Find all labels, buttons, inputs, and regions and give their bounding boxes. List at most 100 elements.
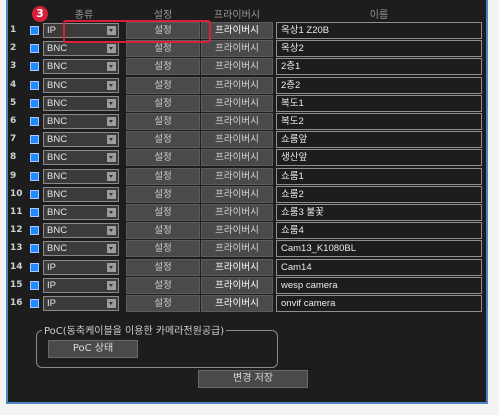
camera-type-select[interactable]: IP [43,277,119,293]
channel-enable-checkbox[interactable] [30,153,39,163]
channel-enable-checkbox[interactable] [30,62,39,72]
camera-type-select[interactable]: BNC [43,77,119,93]
channel-enable-checkbox[interactable] [30,26,39,35]
poc-status-button[interactable]: PoC 상태 [48,340,138,358]
channel-number: 4 [10,79,17,90]
channel-enable-checkbox[interactable] [30,117,39,126]
channel-enable-checkbox[interactable] [30,208,39,217]
camera-name-field[interactable]: 복도1 [276,94,482,112]
channel-enable-checkbox[interactable] [30,244,39,254]
chevron-down-icon [107,280,116,290]
camera-name-field[interactable]: 2층1 [276,58,482,76]
camera-type-select[interactable]: BNC [43,150,119,166]
privacy-button[interactable]: 프라이버시 [201,131,273,149]
chevron-down-icon [107,44,116,54]
camera-name-field[interactable]: 쇼룸앞 [276,131,482,149]
camera-row: 8 BNC 설정 프라이버시 생산앞 [8,149,486,167]
camera-name-field[interactable]: Cam13_K1080BL [276,240,482,258]
camera-name-field[interactable]: 쇼룸4 [276,222,482,240]
camera-row: 6 BNC 설정 프라이버시 복도2 [8,113,486,131]
camera-name-field[interactable]: 2층2 [276,76,482,94]
camera-name-field[interactable]: 쇼룸2 [276,185,482,203]
privacy-button[interactable]: 프라이버시 [201,40,273,58]
privacy-button[interactable]: 프라이버시 [201,204,273,221]
channel-enable-checkbox[interactable] [30,262,39,272]
camera-type-select[interactable]: BNC [43,114,119,129]
camera-name-field[interactable]: Cam14 [276,258,482,276]
camera-type-value: IP [47,279,56,291]
settings-button[interactable]: 설정 [126,185,200,203]
camera-name-field[interactable]: 복도2 [276,113,482,130]
camera-name-field[interactable]: 쇼룸1 [276,167,482,185]
privacy-button[interactable]: 프라이버시 [201,22,273,39]
channel-enable-checkbox[interactable] [30,171,39,181]
camera-type-select[interactable]: BNC [43,241,119,257]
settings-button[interactable]: 설정 [126,204,200,221]
privacy-button[interactable]: 프라이버시 [201,240,273,258]
privacy-button[interactable]: 프라이버시 [201,76,273,94]
privacy-button[interactable]: 프라이버시 [201,94,273,112]
camera-type-select[interactable]: BNC [43,95,119,111]
settings-button[interactable]: 설정 [126,76,200,94]
channel-number: 6 [10,116,17,126]
camera-type-value: BNC [47,243,68,255]
settings-button[interactable]: 설정 [126,295,200,312]
channel-enable-checkbox[interactable] [30,280,39,290]
channel-enable-checkbox[interactable] [30,226,39,236]
privacy-button[interactable]: 프라이버시 [201,167,273,185]
camera-type-select[interactable]: BNC [43,168,119,184]
camera-type-select[interactable]: BNC [43,41,119,57]
chevron-down-icon [107,62,116,72]
camera-type-select[interactable]: BNC [43,132,119,148]
channel-enable-checkbox[interactable] [30,299,39,308]
channel-number: 16 [10,298,23,308]
channel-enable-checkbox[interactable] [30,98,39,108]
camera-name-field[interactable]: 생산앞 [276,149,482,167]
settings-button[interactable]: 설정 [126,222,200,240]
channel-enable-checkbox[interactable] [30,44,39,54]
channel-enable-checkbox[interactable] [30,135,39,145]
privacy-button[interactable]: 프라이버시 [201,149,273,167]
chevron-down-icon [107,153,116,163]
camera-type-select[interactable]: BNC [43,205,119,220]
camera-type-select[interactable]: BNC [43,59,119,75]
camera-row: 14 IP 설정 프라이버시 Cam14 [8,258,486,277]
camera-type-value: BNC [47,170,68,182]
camera-type-select[interactable]: IP [43,259,119,275]
privacy-button[interactable]: 프라이버시 [201,113,273,130]
settings-button[interactable]: 설정 [126,131,200,149]
settings-button[interactable]: 설정 [126,258,200,276]
camera-name-field[interactable]: 옥상1 Z20B [276,22,482,39]
camera-name-field[interactable]: 쇼룸3 불꽃 [276,204,482,221]
channel-number: 11 [10,207,23,217]
settings-button[interactable]: 설정 [126,94,200,112]
camera-row: 9 BNC 설정 프라이버시 쇼룸1 [8,167,486,186]
privacy-button[interactable]: 프라이버시 [201,58,273,76]
camera-type-value: BNC [47,61,68,73]
settings-button[interactable]: 설정 [126,167,200,185]
privacy-button[interactable]: 프라이버시 [201,276,273,294]
camera-type-select[interactable]: IP [43,296,119,311]
camera-type-select[interactable]: BNC [43,223,119,239]
settings-button[interactable]: 설정 [126,113,200,130]
channel-enable-checkbox[interactable] [30,80,39,90]
channel-number: 9 [10,170,17,181]
privacy-button[interactable]: 프라이버시 [201,258,273,276]
channel-number: 1 [10,25,17,35]
privacy-button[interactable]: 프라이버시 [201,295,273,312]
channel-enable-checkbox[interactable] [30,189,39,199]
privacy-button[interactable]: 프라이버시 [201,185,273,203]
settings-button[interactable]: 설정 [126,240,200,258]
chevron-down-icon [107,299,116,308]
camera-name-field[interactable]: onvif camera [276,295,482,312]
camera-name-field[interactable]: wesp camera [276,276,482,294]
channel-number: 2 [10,43,17,54]
settings-button[interactable]: 설정 [126,276,200,294]
settings-button[interactable]: 설정 [126,149,200,167]
camera-type-select[interactable]: BNC [43,186,119,202]
channel-number: 12 [10,225,23,236]
settings-button[interactable]: 설정 [126,58,200,76]
save-changes-button[interactable]: 변경 저장 [198,370,308,388]
camera-name-field[interactable]: 옥상2 [276,40,482,58]
privacy-button[interactable]: 프라이버시 [201,222,273,240]
